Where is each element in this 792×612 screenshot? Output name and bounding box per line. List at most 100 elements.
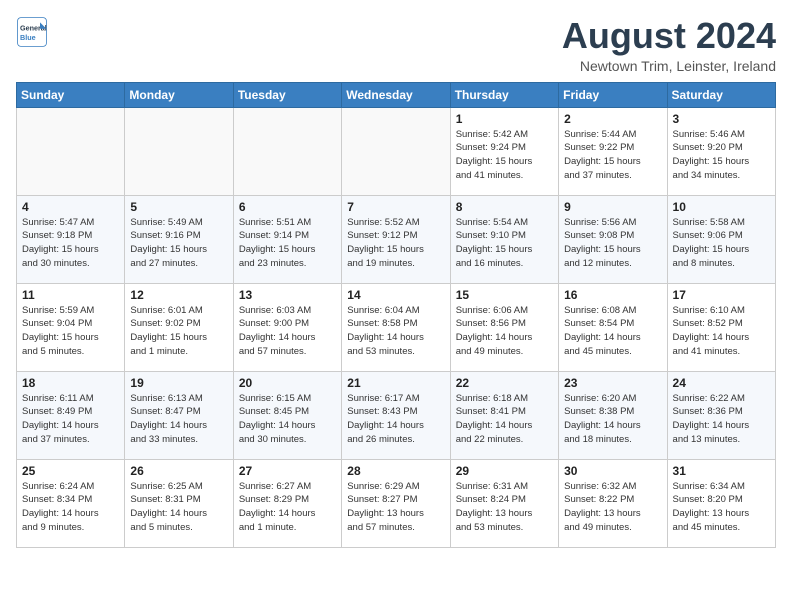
title-section: August 2024 Newtown Trim, Leinster, Irel… bbox=[562, 16, 776, 74]
day-number: 25 bbox=[22, 464, 119, 478]
day-info: Sunrise: 6:17 AM Sunset: 8:43 PM Dayligh… bbox=[347, 392, 444, 447]
day-number: 4 bbox=[22, 200, 119, 214]
day-info: Sunrise: 6:06 AM Sunset: 8:56 PM Dayligh… bbox=[456, 304, 553, 359]
calendar-table: SundayMondayTuesdayWednesdayThursdayFrid… bbox=[16, 82, 776, 548]
calendar-cell: 30Sunrise: 6:32 AM Sunset: 8:22 PM Dayli… bbox=[559, 459, 667, 547]
day-info: Sunrise: 5:52 AM Sunset: 9:12 PM Dayligh… bbox=[347, 216, 444, 271]
day-number: 28 bbox=[347, 464, 444, 478]
week-row-3: 11 Sunrise: 5:59 AM Sunset: 9:04 PM Dayli… bbox=[17, 283, 776, 371]
calendar-cell: 25 Sunrise: 6:24 AM Sunset: 8:34 PM Dayli… bbox=[17, 459, 125, 547]
day-info: Sunrise: 5:47 AM Sunset: 9:18 PM Dayligh… bbox=[22, 216, 119, 271]
week-row-1: 1Sunrise: 5:42 AM Sunset: 9:24 PM Daylig… bbox=[17, 107, 776, 195]
day-header-wednesday: Wednesday bbox=[342, 82, 450, 107]
day-number: 13 bbox=[239, 288, 336, 302]
day-header-thursday: Thursday bbox=[450, 82, 558, 107]
day-number: 23 bbox=[564, 376, 661, 390]
week-row-2: 4 Sunrise: 5:47 AM Sunset: 9:18 PM Daylig… bbox=[17, 195, 776, 283]
day-number: 8 bbox=[456, 200, 553, 214]
day-info: Sunrise: 6:25 AM Sunset: 8:31 PM Dayligh… bbox=[130, 480, 227, 535]
calendar-cell: 20Sunrise: 6:15 AM Sunset: 8:45 PM Dayli… bbox=[233, 371, 341, 459]
day-number: 30 bbox=[564, 464, 661, 478]
calendar-cell: 23 Sunrise: 6:20 AM Sunset: 8:38 PM Dayli… bbox=[559, 371, 667, 459]
day-info: Sunrise: 6:29 AM Sunset: 8:27 PM Dayligh… bbox=[347, 480, 444, 535]
day-number: 5 bbox=[130, 200, 227, 214]
day-number: 6 bbox=[239, 200, 336, 214]
day-info: Sunrise: 6:34 AM Sunset: 8:20 PM Dayligh… bbox=[673, 480, 770, 535]
day-info: Sunrise: 6:24 AM Sunset: 8:34 PM Dayligh… bbox=[22, 480, 119, 535]
day-info: Sunrise: 5:59 AM Sunset: 9:04 PM Dayligh… bbox=[22, 304, 119, 359]
calendar-cell: 22 Sunrise: 6:18 AM Sunset: 8:41 PM Dayli… bbox=[450, 371, 558, 459]
page-header: General Blue August 2024 Newtown Trim, L… bbox=[16, 16, 776, 74]
day-info: Sunrise: 6:20 AM Sunset: 8:38 PM Dayligh… bbox=[564, 392, 661, 447]
day-header-friday: Friday bbox=[559, 82, 667, 107]
day-number: 11 bbox=[22, 288, 119, 302]
day-info: Sunrise: 6:03 AM Sunset: 9:00 PM Dayligh… bbox=[239, 304, 336, 359]
calendar-cell: 6 Sunrise: 5:51 AM Sunset: 9:14 PM Daylig… bbox=[233, 195, 341, 283]
day-info: Sunrise: 5:46 AM Sunset: 9:20 PM Dayligh… bbox=[673, 128, 770, 183]
day-number: 2 bbox=[564, 112, 661, 126]
logo-icon: General Blue bbox=[16, 16, 48, 48]
calendar-cell: 3Sunrise: 5:46 AM Sunset: 9:20 PM Daylig… bbox=[667, 107, 775, 195]
day-number: 27 bbox=[239, 464, 336, 478]
calendar-cell: 17Sunrise: 6:10 AM Sunset: 8:52 PM Dayli… bbox=[667, 283, 775, 371]
calendar-cell: 19Sunrise: 6:13 AM Sunset: 8:47 PM Dayli… bbox=[125, 371, 233, 459]
day-header-monday: Monday bbox=[125, 82, 233, 107]
calendar-cell: 29 Sunrise: 6:31 AM Sunset: 8:24 PM Dayli… bbox=[450, 459, 558, 547]
day-info: Sunrise: 6:04 AM Sunset: 8:58 PM Dayligh… bbox=[347, 304, 444, 359]
week-row-5: 25 Sunrise: 6:24 AM Sunset: 8:34 PM Dayli… bbox=[17, 459, 776, 547]
calendar-cell: 11 Sunrise: 5:59 AM Sunset: 9:04 PM Dayli… bbox=[17, 283, 125, 371]
day-info: Sunrise: 6:08 AM Sunset: 8:54 PM Dayligh… bbox=[564, 304, 661, 359]
day-info: Sunrise: 6:31 AM Sunset: 8:24 PM Dayligh… bbox=[456, 480, 553, 535]
calendar-cell: 21 Sunrise: 6:17 AM Sunset: 8:43 PM Dayli… bbox=[342, 371, 450, 459]
days-header-row: SundayMondayTuesdayWednesdayThursdayFrid… bbox=[17, 82, 776, 107]
day-header-tuesday: Tuesday bbox=[233, 82, 341, 107]
day-number: 26 bbox=[130, 464, 227, 478]
calendar-cell: 14Sunrise: 6:04 AM Sunset: 8:58 PM Dayli… bbox=[342, 283, 450, 371]
day-number: 17 bbox=[673, 288, 770, 302]
day-info: Sunrise: 6:01 AM Sunset: 9:02 PM Dayligh… bbox=[130, 304, 227, 359]
month-title: August 2024 bbox=[562, 16, 776, 56]
day-info: Sunrise: 6:22 AM Sunset: 8:36 PM Dayligh… bbox=[673, 392, 770, 447]
calendar-cell: 18 Sunrise: 6:11 AM Sunset: 8:49 PM Dayli… bbox=[17, 371, 125, 459]
day-number: 10 bbox=[673, 200, 770, 214]
day-number: 18 bbox=[22, 376, 119, 390]
calendar-cell: 4 Sunrise: 5:47 AM Sunset: 9:18 PM Daylig… bbox=[17, 195, 125, 283]
day-info: Sunrise: 6:27 AM Sunset: 8:29 PM Dayligh… bbox=[239, 480, 336, 535]
day-info: Sunrise: 5:44 AM Sunset: 9:22 PM Dayligh… bbox=[564, 128, 661, 183]
day-info: Sunrise: 6:11 AM Sunset: 8:49 PM Dayligh… bbox=[22, 392, 119, 447]
calendar-cell: 2 Sunrise: 5:44 AM Sunset: 9:22 PM Daylig… bbox=[559, 107, 667, 195]
day-info: Sunrise: 6:18 AM Sunset: 8:41 PM Dayligh… bbox=[456, 392, 553, 447]
day-number: 15 bbox=[456, 288, 553, 302]
day-header-sunday: Sunday bbox=[17, 82, 125, 107]
day-number: 9 bbox=[564, 200, 661, 214]
day-number: 31 bbox=[673, 464, 770, 478]
calendar-cell: 13 Sunrise: 6:03 AM Sunset: 9:00 PM Dayli… bbox=[233, 283, 341, 371]
calendar-cell bbox=[342, 107, 450, 195]
day-info: Sunrise: 5:51 AM Sunset: 9:14 PM Dayligh… bbox=[239, 216, 336, 271]
day-number: 29 bbox=[456, 464, 553, 478]
day-number: 16 bbox=[564, 288, 661, 302]
day-info: Sunrise: 6:13 AM Sunset: 8:47 PM Dayligh… bbox=[130, 392, 227, 447]
day-header-saturday: Saturday bbox=[667, 82, 775, 107]
calendar-cell: 24Sunrise: 6:22 AM Sunset: 8:36 PM Dayli… bbox=[667, 371, 775, 459]
calendar-cell: 26 Sunrise: 6:25 AM Sunset: 8:31 PM Dayli… bbox=[125, 459, 233, 547]
day-info: Sunrise: 5:49 AM Sunset: 9:16 PM Dayligh… bbox=[130, 216, 227, 271]
day-number: 22 bbox=[456, 376, 553, 390]
day-info: Sunrise: 6:15 AM Sunset: 8:45 PM Dayligh… bbox=[239, 392, 336, 447]
week-row-4: 18 Sunrise: 6:11 AM Sunset: 8:49 PM Dayli… bbox=[17, 371, 776, 459]
calendar-cell: 16 Sunrise: 6:08 AM Sunset: 8:54 PM Dayli… bbox=[559, 283, 667, 371]
calendar-cell: 1Sunrise: 5:42 AM Sunset: 9:24 PM Daylig… bbox=[450, 107, 558, 195]
calendar-cell: 27 Sunrise: 6:27 AM Sunset: 8:29 PM Dayli… bbox=[233, 459, 341, 547]
day-number: 1 bbox=[456, 112, 553, 126]
calendar-cell: 5 Sunrise: 5:49 AM Sunset: 9:16 PM Daylig… bbox=[125, 195, 233, 283]
calendar-cell bbox=[125, 107, 233, 195]
day-info: Sunrise: 5:54 AM Sunset: 9:10 PM Dayligh… bbox=[456, 216, 553, 271]
calendar-cell: 12Sunrise: 6:01 AM Sunset: 9:02 PM Dayli… bbox=[125, 283, 233, 371]
day-info: Sunrise: 5:56 AM Sunset: 9:08 PM Dayligh… bbox=[564, 216, 661, 271]
day-number: 21 bbox=[347, 376, 444, 390]
calendar-cell bbox=[17, 107, 125, 195]
calendar-cell bbox=[233, 107, 341, 195]
day-info: Sunrise: 5:58 AM Sunset: 9:06 PM Dayligh… bbox=[673, 216, 770, 271]
day-number: 7 bbox=[347, 200, 444, 214]
logo: General Blue bbox=[16, 16, 48, 48]
